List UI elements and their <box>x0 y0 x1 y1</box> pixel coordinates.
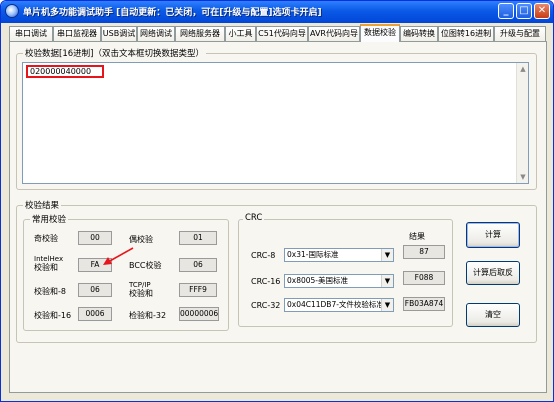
compute-reverse-button[interactable]: 计算后取反 <box>466 261 520 285</box>
tab-network-debug[interactable]: 网络调试 <box>137 26 175 41</box>
red-arrow-annotation <box>103 247 134 265</box>
checksum-data-value: 020000040000 <box>30 67 92 76</box>
clear-button[interactable]: 清空 <box>466 303 520 327</box>
intelhex-sum-label: 校验和 <box>34 263 58 272</box>
minimize-button[interactable]: _ <box>498 3 514 19</box>
sum16-label: 校验和-16 <box>34 311 72 320</box>
crc16-label: CRC-16 <box>251 277 281 286</box>
tab-c51-wizard[interactable]: C51代码向导 <box>256 26 308 41</box>
results-group-legend: 校验结果 <box>23 199 62 211</box>
sum16-value: 0006 <box>78 307 112 321</box>
crc8-polynomial-text: 0x31-国际标准 <box>287 250 339 259</box>
even-parity-value: 01 <box>179 231 217 245</box>
close-button[interactable]: ✕ <box>534 3 550 19</box>
tab-encoding-convert[interactable]: 编码转换 <box>400 26 438 41</box>
odd-parity-value: 00 <box>78 231 112 245</box>
sum8-label: 校验和-8 <box>34 287 66 296</box>
tab-usb-debug[interactable]: USB调试 <box>101 26 137 41</box>
crc32-value: FB03A874 <box>403 297 445 311</box>
scroll-up-arrow-icon[interactable]: ▲ <box>518 64 528 74</box>
crc16-polynomial-text: 0x8005-美国标准 <box>287 276 349 285</box>
tab-serial-debug[interactable]: 串口调试 <box>9 26 53 41</box>
tab-data-checksum[interactable]: 数据校验 <box>360 24 400 42</box>
tab-tools[interactable]: 小工具 <box>225 26 256 41</box>
window-title: 单片机多功能调试助手 [自动更新：已关闭，可在[升级与配置]选项卡开启] <box>23 8 322 18</box>
tcpip-sum-label: 校验和 <box>129 289 153 298</box>
crc32-label: CRC-32 <box>251 301 281 310</box>
maximize-button[interactable]: □ <box>516 3 532 19</box>
crc8-polynomial-select[interactable]: 0x31-国际标准 ▼ <box>284 248 394 262</box>
odd-parity-label: 奇校验 <box>34 234 58 243</box>
crc8-value: 87 <box>403 245 445 259</box>
crc-result-header: 结果 <box>409 232 425 241</box>
scroll-down-arrow-icon[interactable]: ▼ <box>518 172 528 182</box>
sum32-label: 检验和-32 <box>129 311 167 320</box>
chevron-down-icon[interactable]: ▼ <box>381 275 393 287</box>
tab-bitmap-to-hex[interactable]: 位图转16进制 <box>438 26 494 41</box>
crc32-polynomial-text: 0x04C11DB7-文件校验标准 <box>287 300 384 309</box>
crc8-label: CRC-8 <box>251 251 276 260</box>
vertical-scrollbar[interactable]: ▲ ▼ <box>516 63 528 183</box>
tab-network-server[interactable]: 网络服务器 <box>175 26 225 41</box>
input-highlight-box: 020000040000 <box>26 65 104 78</box>
sum8-value: 06 <box>78 283 112 297</box>
sum32-value: 00000006 <box>179 307 219 321</box>
tab-avr-wizard[interactable]: AVR代码向导 <box>308 26 360 41</box>
even-parity-label: 偶校验 <box>129 235 153 244</box>
tab-upgrade-config[interactable]: 升级与配置 <box>494 26 546 41</box>
crc16-value: F088 <box>403 271 445 285</box>
compute-button[interactable]: 计算 <box>466 222 520 248</box>
bcc-value: 06 <box>179 258 217 272</box>
chevron-down-icon[interactable]: ▼ <box>381 249 393 261</box>
chevron-down-icon[interactable]: ▼ <box>381 299 393 311</box>
app-chip-icon <box>5 4 19 18</box>
title-bar[interactable]: 单片机多功能调试助手 [自动更新：已关闭，可在[升级与配置]选项卡开启] _ □… <box>1 1 553 23</box>
crc32-polynomial-select[interactable]: 0x04C11DB7-文件校验标准 ▼ <box>284 298 394 312</box>
crc16-polynomial-select[interactable]: 0x8005-美国标准 ▼ <box>284 274 394 288</box>
checksum-data-input[interactable]: 020000040000 ▲ ▼ <box>22 62 529 184</box>
tab-serial-monitor[interactable]: 串口监视器 <box>53 26 101 41</box>
app-window: 单片机多功能调试助手 [自动更新：已关闭，可在[升级与配置]选项卡开启] _ □… <box>0 0 554 402</box>
common-checks-legend: 常用校验 <box>30 213 69 225</box>
tcpip-value: FFF9 <box>179 283 217 297</box>
crc-group-legend: CRC <box>243 213 265 223</box>
input-group-legend: 校验数据[16进制]（双击文本框切换数据类型） <box>23 47 206 59</box>
